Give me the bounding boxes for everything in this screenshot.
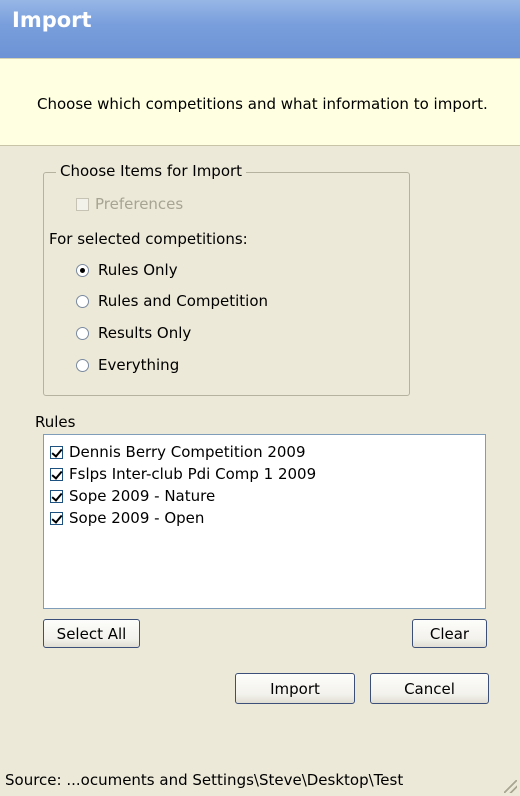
import-button[interactable]: Import	[235, 673, 355, 704]
radio-label: Rules Only	[98, 261, 178, 279]
radio-everything[interactable]: Everything	[76, 356, 179, 374]
resize-grip-icon[interactable]	[504, 780, 517, 793]
checkbox-checked-icon	[50, 490, 63, 503]
preferences-checkbox[interactable]: Preferences	[76, 195, 183, 213]
list-item[interactable]: Sope 2009 - Nature	[50, 487, 215, 505]
title-bar[interactable]: Import	[0, 0, 520, 58]
list-item[interactable]: Dennis Berry Competition 2009	[50, 443, 306, 461]
radio-icon	[76, 295, 89, 308]
radio-icon	[76, 327, 89, 340]
clear-button[interactable]: Clear	[412, 619, 487, 648]
radio-label: Everything	[98, 356, 180, 374]
list-item-label: Sope 2009 - Nature	[69, 487, 216, 505]
radio-selected-icon	[76, 264, 89, 277]
header-description: Choose which competitions and what infor…	[37, 95, 488, 113]
select-all-button[interactable]: Select All	[43, 619, 140, 648]
rules-listbox[interactable]: Dennis Berry Competition 2009 Fslps Inte…	[43, 434, 486, 609]
rules-label: Rules	[35, 413, 76, 431]
list-item-label: Sope 2009 - Open	[69, 509, 205, 527]
preferences-label: Preferences	[95, 195, 184, 213]
competitions-label: For selected competitions:	[49, 230, 248, 248]
checkbox-checked-icon	[50, 468, 63, 481]
checkbox-checked-icon	[50, 446, 63, 459]
list-item-label: Dennis Berry Competition 2009	[69, 443, 306, 461]
radio-label: Results Only	[98, 324, 192, 342]
cancel-button[interactable]: Cancel	[370, 673, 489, 704]
groupbox-legend: Choose Items for Import	[56, 162, 247, 180]
checkbox-checked-icon	[50, 512, 63, 525]
checkbox-icon	[76, 198, 89, 211]
radio-label: Rules and Competition	[98, 292, 269, 310]
radio-results-only[interactable]: Results Only	[76, 324, 191, 342]
list-item[interactable]: Sope 2009 - Open	[50, 509, 204, 527]
radio-rules-and-competition[interactable]: Rules and Competition	[76, 292, 268, 310]
source-path: Source: ...ocuments and Settings\Steve\D…	[5, 771, 404, 789]
status-bar: Source: ...ocuments and Settings\Steve\D…	[0, 767, 520, 796]
list-item-label: Fslps Inter-club Pdi Comp 1 2009	[69, 465, 317, 483]
window-title: Import	[12, 8, 92, 32]
list-item[interactable]: Fslps Inter-club Pdi Comp 1 2009	[50, 465, 316, 483]
radio-rules-only[interactable]: Rules Only	[76, 261, 178, 279]
header-panel: Choose which competitions and what infor…	[0, 58, 520, 146]
import-items-groupbox: Choose Items for Import Preferences For …	[43, 162, 410, 396]
radio-icon	[76, 359, 89, 372]
